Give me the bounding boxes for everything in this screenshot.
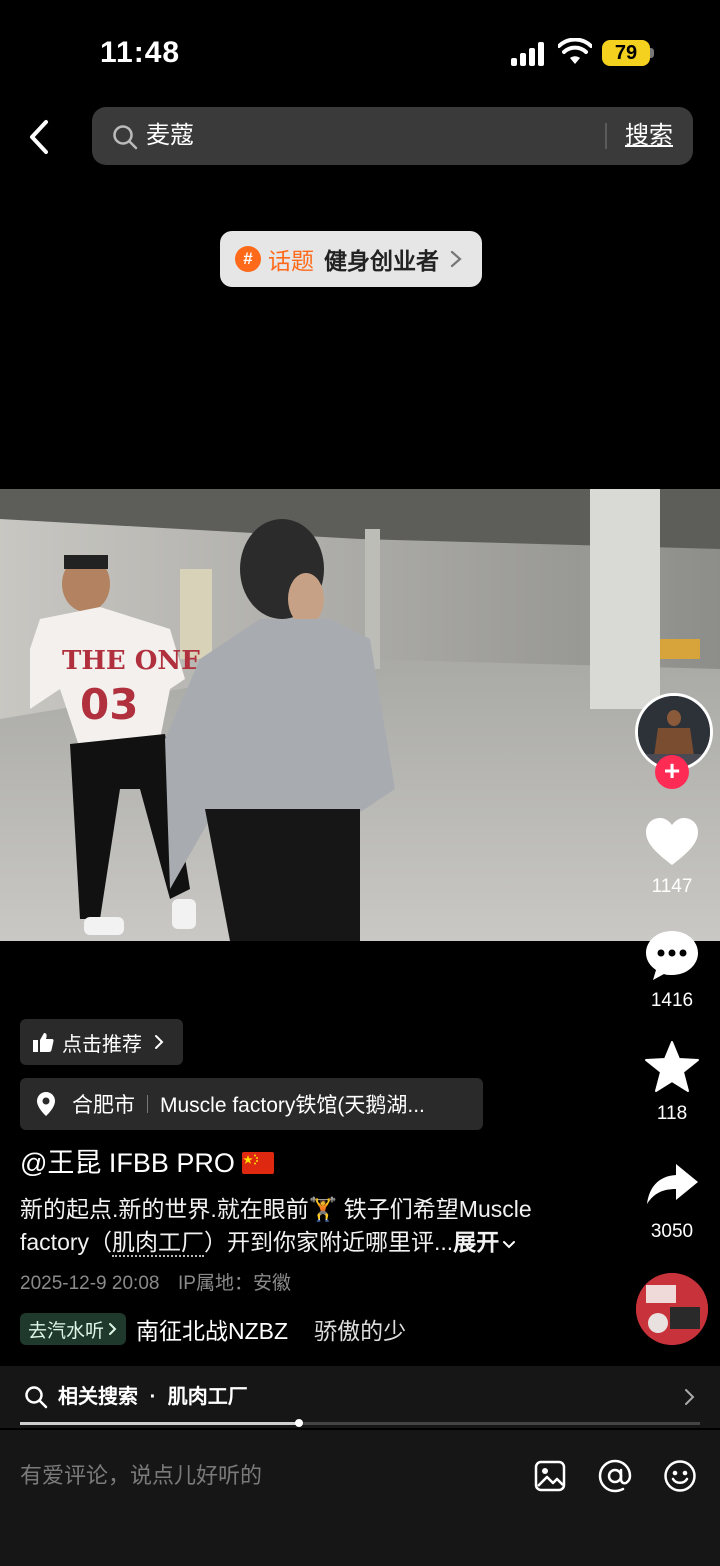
search-button[interactable]: 搜索: [625, 119, 673, 153]
music-disc[interactable]: [636, 1273, 708, 1345]
related-search-separator: ·: [149, 1386, 157, 1408]
description-line-2: factory（肌肉工厂）开到你家附近哪里评...展开: [20, 1226, 580, 1259]
expand-button[interactable]: 展开: [453, 1229, 516, 1255]
comment-bar: [0, 1430, 720, 1566]
video-progress-handle[interactable]: [295, 1419, 303, 1427]
topic-name: 健身创业者: [324, 248, 439, 274]
related-search-bar[interactable]: 相关搜索 · 肌肉工厂: [0, 1366, 720, 1428]
hashtag-icon: #: [235, 246, 261, 272]
music-cover-image: [636, 1273, 708, 1345]
ip-location: IP属地：安徽: [178, 1273, 291, 1294]
svg-text:THE ONE: THE ONE: [62, 646, 201, 676]
comment-bubble-icon[interactable]: [643, 928, 701, 982]
location-place: Muscle factory铁馆(天鹅湖...: [160, 1094, 425, 1117]
chevron-right-icon: [109, 1323, 117, 1335]
related-search-text: 相关搜索 · 肌肉工厂: [58, 1382, 248, 1412]
post-description: 新的起点.新的世界.就在眼前🏋️ 铁子们希望Muscle factory（肌肉工…: [20, 1193, 580, 1259]
music-row[interactable]: 去汽水听 南征北战NZBZ 骄傲的少: [20, 1312, 406, 1346]
music-track-next: 骄傲的少: [314, 1318, 407, 1344]
keyword-link[interactable]: 肌肉工厂: [112, 1229, 205, 1257]
author-handle: @王昆 IFBB PRO: [20, 1148, 235, 1178]
search-icon: [113, 125, 138, 150]
battery-indicator: 79: [602, 40, 650, 66]
like-count: 1147: [651, 876, 693, 897]
related-search-prefix: 相关搜索: [58, 1386, 138, 1408]
related-search-term: 肌肉工厂: [167, 1386, 248, 1408]
post-meta: 2025-12-9 20:08 IP属地：安徽: [20, 1270, 291, 1298]
chevron-right-icon: [155, 1035, 164, 1049]
cellular-signal-icon: [511, 42, 547, 66]
recommend-button[interactable]: 点击推荐: [20, 1019, 183, 1065]
share-count: 3050: [650, 1221, 694, 1242]
search-divider: [605, 123, 607, 149]
topic-pill[interactable]: # 话题 健身创业者: [220, 231, 482, 287]
description-text: factory（: [20, 1229, 113, 1255]
search-icon: [25, 1386, 48, 1409]
location-chip[interactable]: 合肥市 Muscle factory铁馆(天鹅湖...: [20, 1078, 483, 1130]
listen-chip-label: 去汽水听: [28, 1320, 105, 1342]
status-time: 11:48: [100, 36, 181, 69]
wifi-icon: [558, 38, 592, 64]
chevron-right-icon: [450, 250, 462, 268]
emoji-icon[interactable]: [663, 1459, 697, 1493]
back-arrow-icon[interactable]: [24, 116, 54, 158]
battery-tip: [650, 48, 654, 58]
location-divider: [147, 1095, 148, 1113]
description-text-end: ）开到你家附近哪里评...: [204, 1229, 454, 1255]
chevron-right-icon: [685, 1389, 695, 1405]
search-input[interactable]: 麦蔻: [146, 119, 194, 153]
location-pin-icon: [37, 1092, 55, 1116]
chevron-down-icon: [503, 1241, 516, 1249]
thumbs-up-icon: [33, 1033, 54, 1052]
comment-count: 1416: [650, 990, 694, 1011]
music-track: 南征北战NZBZ: [136, 1318, 289, 1344]
location-city: 合肥市: [72, 1094, 135, 1117]
mention-at-icon[interactable]: [598, 1459, 632, 1493]
comment-input[interactable]: 有爱评论，说点儿好听的: [20, 1460, 262, 1492]
share-arrow-icon[interactable]: [643, 1160, 701, 1214]
video-player[interactable]: THE ONE 03: [0, 489, 720, 941]
image-icon[interactable]: [534, 1460, 566, 1492]
china-flag-icon: [242, 1152, 275, 1174]
favorite-count: 118: [656, 1103, 688, 1124]
favorite-star-icon[interactable]: [643, 1040, 701, 1094]
svg-text:03: 03: [80, 680, 138, 729]
author-name[interactable]: @王昆 IFBB PRO: [20, 1146, 275, 1180]
video-progress-fill: [20, 1422, 299, 1425]
like-heart-icon[interactable]: [643, 815, 701, 869]
topic-label: 话题: [268, 248, 314, 274]
post-date: 2025-12-9 20:08: [20, 1273, 160, 1294]
video-frame-image: THE ONE 03: [0, 489, 720, 941]
listen-in-app-chip[interactable]: 去汽水听: [20, 1313, 127, 1345]
follow-button[interactable]: +: [655, 755, 689, 789]
description-line-1: 新的起点.新的世界.就在眼前🏋️ 铁子们希望Muscle: [20, 1196, 532, 1222]
recommend-label: 点击推荐: [62, 1033, 142, 1056]
